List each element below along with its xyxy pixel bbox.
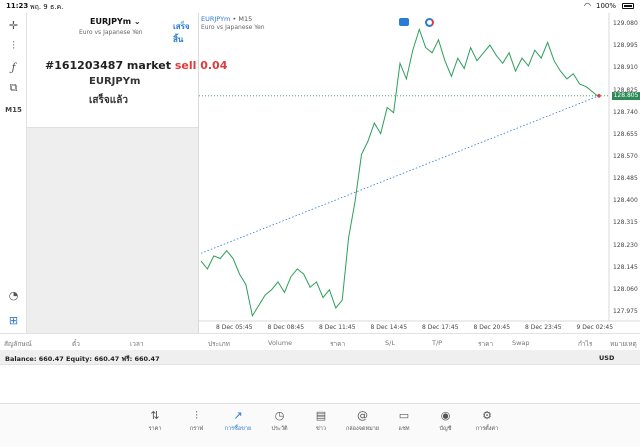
column-header[interactable]: เวลา: [130, 339, 144, 349]
history-icon: ◷: [274, 409, 285, 422]
order-panel: EURJPYm ⌄ Euro vs Japanese Yen เสร็จสิ้น…: [27, 13, 227, 333]
column-header[interactable]: สัญลักษณ์: [4, 339, 32, 349]
chart-tools-column: ✛ ⫶ ƒ ⧉ M15 ◔ ⊞: [0, 13, 27, 333]
chevron-down-icon: ⌄: [133, 17, 141, 26]
wifi-icon: ◠: [584, 1, 591, 10]
indicator-icon[interactable]: ◔: [4, 286, 23, 304]
status-time: 11:23: [6, 2, 29, 10]
symbol-selector[interactable]: EURJPYm ⌄: [90, 17, 141, 26]
y-tick-label: 127.975: [613, 307, 638, 315]
column-header[interactable]: ประเภท: [208, 339, 230, 349]
column-header[interactable]: หมายเหตุ: [610, 339, 637, 349]
column-header[interactable]: ราคา: [330, 339, 345, 349]
order-ticket: #161203487 market: [45, 59, 171, 72]
nav-label: บัญชี: [439, 426, 452, 432]
nav-label: ราคา: [148, 426, 162, 432]
status-bar: 11:23 พฤ. 9 ธ.ค. ◠ 100%: [0, 0, 640, 13]
balance-row: Balance: 660.47 Equity: 660.47 ฟรี: 660.…: [0, 350, 640, 365]
y-tick-label: 128.485: [613, 175, 638, 183]
x-tick-label: 8 Dec 11:45: [319, 324, 356, 331]
y-tick-label: 128.655: [613, 130, 638, 138]
y-tick-label: 128.060: [613, 285, 638, 293]
x-tick-label: 8 Dec 14:45: [370, 324, 408, 331]
y-tick-label: 128.825: [613, 86, 638, 94]
chat-icon: ▭: [398, 409, 410, 422]
x-tick-label: 8 Dec 17:45: [422, 324, 459, 331]
symbol-label: EURJPYm: [90, 17, 132, 26]
order-status: เสร็จแล้ว: [89, 95, 128, 106]
y-tick-label: 128.910: [613, 64, 638, 72]
trade-table-header: สัญลักษณ์ ตั๋ว เวลา ประเภท Volume ราคา S/L T/P ร…: [0, 333, 640, 350]
column-header[interactable]: ตั๋ว: [72, 339, 80, 349]
nav-mailbox[interactable]: @ กล่องจดหมาย: [341, 409, 385, 433]
x-tick-label: 8 Dec 23:45: [525, 324, 562, 331]
status-date: พฤ. 9 ธ.ค.: [30, 3, 64, 11]
column-header[interactable]: T/P: [432, 339, 442, 347]
symbol-description: Euro vs Japanese Yen: [79, 29, 143, 36]
function-icon[interactable]: ƒ: [4, 58, 23, 76]
nav-news[interactable]: ▤ ข่าว: [299, 409, 343, 433]
add-icon[interactable]: ⊞: [4, 311, 23, 329]
column-header[interactable]: Swap: [512, 339, 530, 347]
price-series-line: [200, 27, 600, 318]
chart-canvas: [199, 13, 640, 322]
y-tick-label: 128.145: [613, 263, 638, 271]
x-tick-label: 8 Dec 05:45: [216, 324, 253, 331]
nav-label: ข่าว: [316, 426, 326, 432]
balance-currency: USD: [599, 354, 615, 362]
order-pair: EURJPYm: [89, 76, 141, 87]
order-result-card: EURJPYm ⌄ Euro vs Japanese Yen เสร็จสิ้น…: [27, 13, 227, 128]
battery-percent: 100%: [596, 2, 617, 10]
settings-icon: ⚙: [482, 409, 492, 422]
x-tick-label: 9 Dec 02:45: [576, 324, 614, 331]
x-tick-label: 8 Dec 20:45: [473, 324, 511, 331]
account-icon: ◉: [440, 409, 451, 422]
y-tick-label: 128.995: [613, 42, 638, 50]
bottom-nav: ⇅ ราคา ⫶ กราฟ ↗ การซื้อขาย ◷ ประวัติ ▤ ข่าว @ กล่อง…: [0, 403, 640, 447]
nav-label: กราฟ: [189, 426, 204, 432]
nav-label: แชท: [398, 426, 410, 432]
nav-chat[interactable]: ▭ แชท: [382, 409, 426, 433]
crosshair-icon[interactable]: ✛: [4, 16, 23, 34]
nav-label: กล่องจดหมาย: [345, 426, 380, 432]
nav-account[interactable]: ◉ บัญชี: [424, 409, 468, 433]
nav-chart[interactable]: ⫶ กราฟ: [175, 409, 219, 433]
column-header[interactable]: ราคา: [478, 339, 493, 349]
sell-entry-marker: [597, 94, 601, 98]
objects-icon[interactable]: ⧉: [4, 79, 23, 97]
y-tick-label: 128.570: [613, 152, 638, 160]
balance-text: Balance: 660.47 Equity: 660.47 ฟรี: 660.…: [5, 355, 160, 363]
nav-label: การซื้อขาย: [224, 426, 252, 432]
y-tick-label: 128.230: [613, 241, 638, 249]
chart-icon: ⫶: [195, 409, 198, 422]
mailbox-icon: @: [357, 409, 368, 422]
nav-trade[interactable]: ↗ การซื้อขาย: [216, 409, 260, 433]
nav-quotes[interactable]: ⇅ ราคา: [133, 409, 177, 433]
nav-label: ประวัติ: [271, 426, 288, 432]
candles-icon[interactable]: ⫶: [4, 37, 23, 55]
done-button[interactable]: เสร็จสิ้น: [173, 20, 198, 46]
price-chart[interactable]: EURJPYm • M15 Euro vs Japanese Yen 128.8…: [199, 13, 640, 333]
position-trend-line: [200, 95, 600, 254]
quotes-icon: ⇅: [150, 409, 160, 422]
nav-history[interactable]: ◷ ประวัติ: [258, 409, 302, 433]
battery-icon: [622, 3, 634, 9]
timeframe-label: M15: [5, 106, 22, 114]
column-header[interactable]: กำไร: [578, 339, 592, 349]
nav-settings[interactable]: ⚙ การตั้งค่า: [465, 409, 509, 433]
y-tick-label: 128.315: [613, 219, 638, 227]
y-tick-label: 128.400: [613, 197, 638, 205]
x-tick-label: 8 Dec 08:45: [267, 324, 305, 331]
column-header[interactable]: Volume: [268, 339, 292, 347]
y-tick-label: 128.740: [613, 108, 638, 116]
timeframe-button[interactable]: M15: [4, 101, 23, 119]
y-tick-label: 129.080: [613, 20, 638, 28]
nav-label: การตั้งค่า: [475, 426, 499, 432]
column-header[interactable]: S/L: [385, 339, 395, 347]
trade-icon: ↗: [233, 409, 243, 422]
news-icon: ▤: [315, 409, 327, 422]
